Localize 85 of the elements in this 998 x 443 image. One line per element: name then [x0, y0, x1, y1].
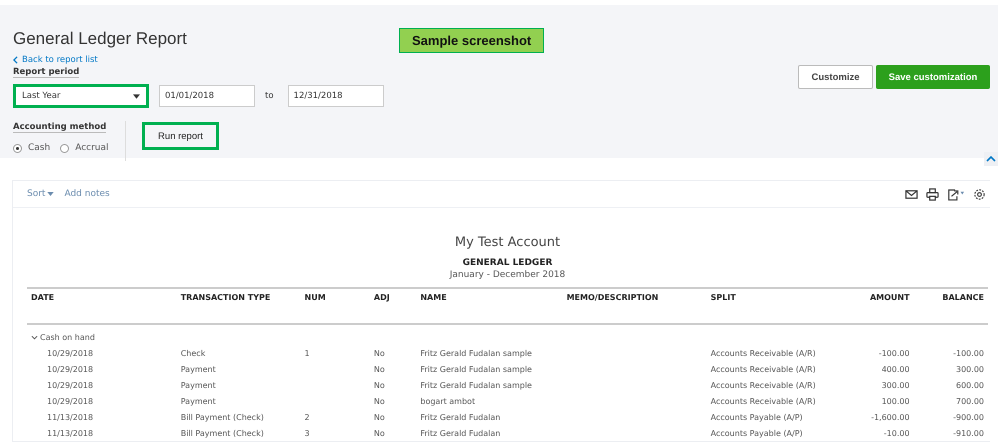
table-cell: 300.00 [956, 364, 984, 374]
radio-button[interactable] [13, 144, 22, 152]
start-date-field[interactable]: 01/01/2018 [159, 85, 255, 107]
table-cell: 2 [304, 412, 310, 422]
table-cell: 700.00 [956, 396, 984, 406]
table-cell: -1,600.00 [871, 412, 910, 422]
table-cell: Payment [180, 380, 216, 390]
to-label: to [265, 91, 274, 101]
table-cell: Accounts Payable (A/P) [710, 412, 803, 422]
table-cell: Check [180, 348, 206, 358]
table-cell: Fritz Gerald Fudalan [420, 412, 500, 422]
table-cell: -100.00 [953, 348, 984, 358]
chevron-up-icon [986, 156, 996, 162]
sort-menu[interactable]: Sort [27, 189, 54, 199]
column-header[interactable]: NUM [300, 288, 370, 324]
table-cell: Bill Payment (Check) [180, 428, 264, 438]
email-icon[interactable] [905, 188, 918, 200]
table-cell: 300.00 [882, 380, 910, 390]
period-value: Last Year [22, 91, 60, 101]
chevron-left-icon [13, 56, 18, 64]
table-cell: 10/29/2018 [47, 380, 94, 390]
customize-button[interactable]: Customize [798, 65, 873, 89]
caret-icon [47, 192, 54, 196]
period-dropdown[interactable]: Last Year [13, 84, 149, 108]
report-period-label: Report period [13, 67, 80, 78]
column-header[interactable]: ADJ [370, 288, 416, 324]
table-cell: Fritz Gerald Fudalan [420, 428, 500, 438]
column-header[interactable]: AMOUNT [836, 288, 914, 324]
table-cell: No [374, 380, 385, 390]
table-cell: 10/29/2018 [47, 396, 94, 406]
table-cell: Fritz Gerald Fudalan sample [420, 348, 532, 358]
column-header[interactable]: MEMO/DESCRIPTION [562, 288, 707, 324]
column-header[interactable]: TRANSACTION TYPE [176, 288, 301, 324]
table-cell: -910.00 [953, 428, 984, 438]
report-period: January - December 2018 [450, 270, 566, 280]
sample-screenshot-label: Sample screenshot [399, 28, 544, 53]
table-cell: Fritz Gerald Fudalan sample [420, 380, 532, 390]
table-cell: Accounts Receivable (A/R) [710, 380, 816, 390]
export-icon[interactable] [947, 188, 965, 200]
group-row[interactable]: Cash on hand [31, 332, 95, 342]
table-cell: 11/13/2018 [47, 428, 94, 438]
table-cell: -100.00 [878, 348, 910, 358]
table-cell: Accounts Receivable (A/R) [710, 364, 816, 374]
table-cell: 10/29/2018 [47, 364, 94, 374]
table-cell: Accounts Receivable (A/R) [710, 348, 816, 358]
table-cell: Accounts Receivable (A/R) [710, 396, 816, 406]
caret-icon [133, 94, 140, 98]
table-cell: No [374, 364, 385, 374]
table-cell: Fritz Gerald Fudalan sample [420, 364, 532, 374]
table-cell: bogart ambot [420, 396, 476, 406]
column-header[interactable]: BALANCE [914, 288, 988, 324]
company-name: My Test Account [454, 235, 560, 250]
settings-icon[interactable] [973, 188, 986, 200]
table-cell: No [374, 348, 385, 358]
table-cell: No [374, 428, 385, 438]
table-cell: -900.00 [953, 412, 984, 422]
table-cell: -10.00 [884, 428, 910, 438]
print-icon[interactable] [926, 188, 939, 200]
table-cell: 11/13/2018 [47, 412, 94, 422]
table-cell: No [374, 396, 385, 406]
table-cell: 1 [304, 348, 310, 358]
report-title: GENERAL LEDGER [462, 258, 552, 268]
table-cell: Accounts Payable (A/P) [710, 428, 803, 438]
table-cell: Payment [180, 364, 216, 374]
radio-button[interactable] [60, 144, 70, 152]
table-cell: Payment [180, 396, 216, 406]
accounting-method-label: Accounting method [13, 122, 106, 133]
run-report-button[interactable]: Run report [142, 122, 219, 150]
radio-label: Cash [28, 143, 50, 153]
chevron-down-icon [31, 334, 38, 340]
collapse-button[interactable] [984, 152, 998, 166]
table-cell: No [374, 412, 385, 422]
table-cell: 600.00 [956, 380, 984, 390]
radio-label: Accrual [75, 143, 109, 153]
table-cell: 400.00 [882, 364, 910, 374]
table-cell: 100.00 [882, 396, 910, 406]
table-cell: Bill Payment (Check) [180, 412, 264, 422]
column-header[interactable]: DATE [27, 288, 177, 324]
end-date-field[interactable]: 12/31/2018 [288, 85, 384, 107]
table-cell: 3 [304, 428, 310, 438]
add-notes-link[interactable]: Add notes [64, 189, 110, 199]
table-cell: 10/29/2018 [47, 348, 94, 358]
column-header[interactable]: SPLIT [706, 288, 836, 324]
column-header[interactable]: NAME [416, 288, 563, 324]
page-title: General Ledger Report [13, 28, 188, 48]
